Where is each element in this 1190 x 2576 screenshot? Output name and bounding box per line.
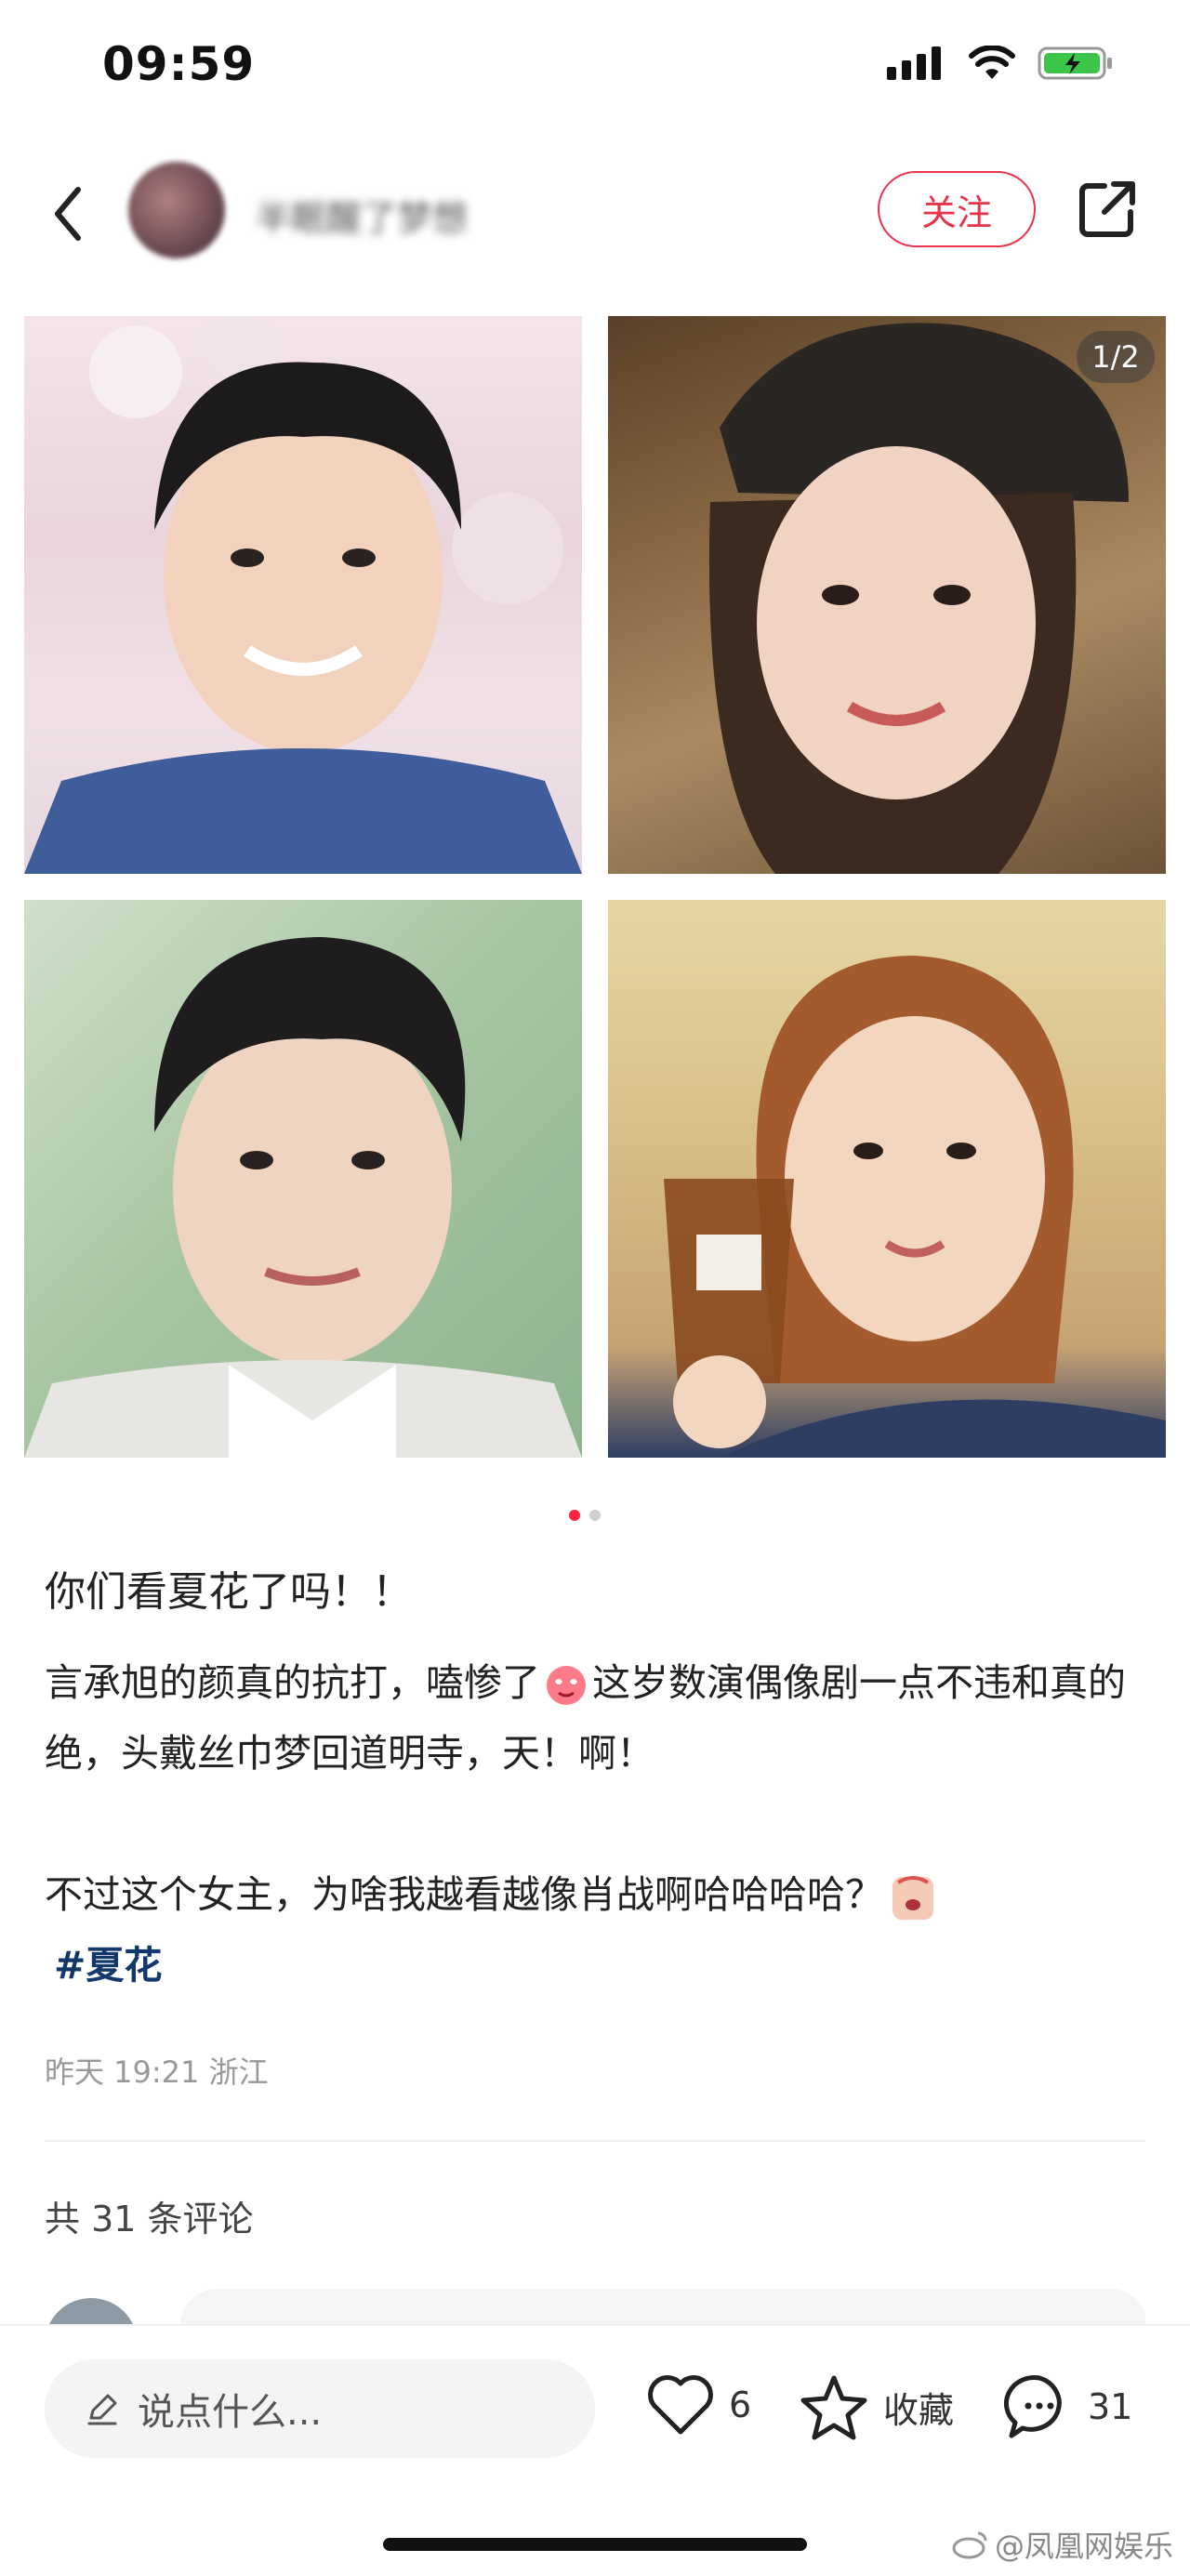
post-header: 半眠醒了梦想 关注 — [0, 158, 1190, 270]
post-title: 你们看夏花了吗！！ — [45, 1568, 413, 1616]
post-meta: 昨天 19:21 浙江 — [45, 2054, 269, 2090]
heart-eyes-emoji-icon — [547, 1666, 586, 1705]
status-icons — [887, 45, 1116, 82]
watermark: @凤凰网娱乐 — [952, 2523, 1173, 2566]
home-indicator — [383, 2538, 807, 2551]
comment-count: 31 — [1088, 2386, 1133, 2427]
comment-preview[interactable] — [45, 2289, 1145, 2326]
collect-button[interactable]: 收藏 — [798, 2372, 954, 2441]
wifi-icon — [969, 46, 1015, 79]
post-photo[interactable] — [24, 900, 582, 1458]
like-count: 6 — [729, 2384, 752, 2425]
pager-dot — [589, 1510, 601, 1521]
comment-count-label: 共 31 条评论 — [45, 2199, 254, 2239]
collect-label: 收藏 — [883, 2389, 955, 2431]
heart-icon — [648, 2375, 713, 2435]
post-body: 言承旭的颜真的抗打，嗑惨了 这岁数演偶像剧一点不违和真的绝，头戴丝巾梦回道明寺，… — [45, 1647, 1151, 2001]
post-body-text: 不过这个女主，为啥我越看越像肖战啊哈哈哈哈？ — [45, 1872, 883, 1917]
comments-button[interactable]: 31 — [1004, 2372, 1132, 2441]
pager-dot-active — [569, 1510, 580, 1521]
share-icon[interactable] — [1077, 178, 1138, 240]
post-photo[interactable] — [608, 900, 1166, 1458]
comment-bubble[interactable] — [180, 2289, 1145, 2326]
status-bar: 09:59 — [0, 0, 1190, 130]
weibo-logo-icon — [952, 2531, 987, 2559]
author-avatar[interactable] — [128, 162, 225, 258]
post-photo[interactable]: 1/2 — [608, 316, 1166, 874]
star-icon — [800, 2375, 867, 2440]
page-counter: 1/2 — [1077, 331, 1155, 383]
comment-bubble-icon — [1004, 2375, 1062, 2438]
hashtag-link[interactable]: #夏花 — [54, 1943, 162, 1988]
signal-icon — [887, 46, 941, 80]
status-time: 09:59 — [102, 37, 256, 91]
crying-emoji-icon — [892, 1876, 933, 1920]
commenter-avatar[interactable] — [45, 2298, 138, 2326]
like-button[interactable]: 6 — [645, 2372, 751, 2437]
post-photo[interactable] — [24, 316, 582, 874]
post-body-text: 言承旭的颜真的抗打，嗑惨了 — [45, 1660, 540, 1705]
follow-button[interactable]: 关注 — [878, 171, 1036, 247]
comment-input[interactable]: 说点什么... — [45, 2359, 595, 2458]
divider — [45, 2140, 1145, 2142]
pencil-icon — [87, 2394, 117, 2425]
gallery-pager — [569, 1510, 601, 1521]
watermark-text: @凤凰网娱乐 — [995, 2529, 1174, 2564]
battery-charging-icon — [1038, 46, 1112, 80]
back-arrow-icon[interactable] — [41, 178, 97, 249]
author-name[interactable]: 半眠醒了梦想 — [256, 190, 516, 239]
comment-input-placeholder: 说点什么... — [138, 2391, 323, 2434]
